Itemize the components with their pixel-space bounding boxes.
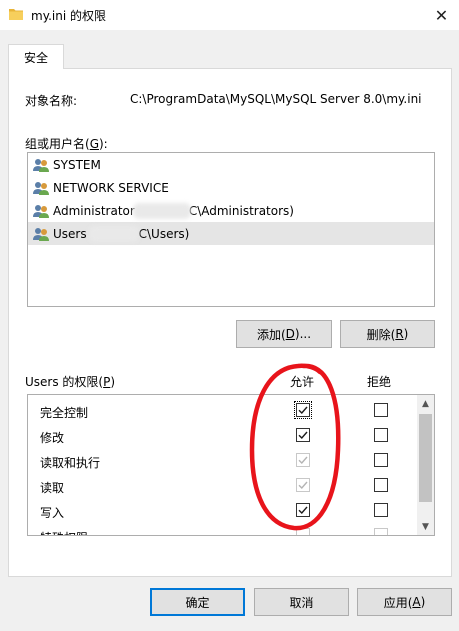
- object-name-label: 对象名称:: [25, 94, 78, 108]
- permission-name: 特殊权限: [40, 529, 88, 535]
- folder-icon: [9, 9, 23, 20]
- cancel-label: 取消: [289, 595, 314, 610]
- users-icon: [33, 204, 49, 218]
- permissions-title-prefix: Users 的权限(: [25, 375, 104, 389]
- permission-name: 修改: [40, 431, 65, 445]
- add-label-key: D: [285, 327, 295, 341]
- users-icon: [33, 181, 49, 195]
- ok-button[interactable]: 确定: [150, 588, 245, 616]
- apply-label-key: A: [412, 595, 421, 609]
- user-name: NETWORK SERVICE: [53, 180, 169, 195]
- users-icon: [33, 227, 49, 241]
- user-list-item-selected[interactable]: Users C\Users): [28, 222, 434, 245]
- permission-row: 完全控制: [28, 398, 420, 423]
- user-name: Users: [53, 226, 87, 241]
- apply-button[interactable]: 应用(A): [357, 588, 452, 616]
- remove-label-suffix: ): [403, 327, 409, 341]
- user-list-item[interactable]: Administrator C\Administrators): [28, 199, 434, 222]
- chevron-down-icon[interactable]: ▼: [417, 518, 434, 535]
- window-title: my.ini 的权限: [31, 9, 106, 23]
- chevron-up-icon[interactable]: ▲: [417, 395, 434, 412]
- permission-row: 修改: [28, 423, 420, 448]
- deny-checkbox: [374, 528, 388, 535]
- redacted-region: [132, 202, 191, 219]
- allow-checkbox[interactable]: [296, 503, 310, 517]
- user-domain: C\Administrators): [188, 203, 294, 218]
- permissions-list: 完全控制修改读取和执行读取写入特殊权限 ▲ ▼: [27, 394, 435, 536]
- allow-column-header: 允许: [290, 375, 315, 389]
- allow-checkbox: [296, 453, 310, 467]
- object-path-text: C:\ProgramData\MySQL\MySQL Server 8.0\my…: [130, 92, 422, 106]
- permission-name: 读取: [40, 481, 65, 495]
- deny-checkbox[interactable]: [374, 428, 388, 442]
- groups-label-suffix: ):: [99, 137, 108, 151]
- permission-row: 读取: [28, 473, 420, 498]
- permission-name: 完全控制: [40, 406, 89, 420]
- users-icon: [33, 158, 49, 172]
- allow-checkbox[interactable]: [296, 428, 310, 442]
- groups-label-key: G: [89, 137, 99, 151]
- permission-row: 读取和执行: [28, 448, 420, 473]
- deny-checkbox[interactable]: [374, 503, 388, 517]
- redacted-region: [88, 225, 139, 242]
- permission-row: 特殊权限: [28, 523, 420, 535]
- deny-checkbox[interactable]: [374, 453, 388, 467]
- allow-checkbox: [296, 478, 310, 492]
- close-button[interactable]: ✕: [424, 0, 459, 30]
- user-name: SYSTEM: [53, 157, 101, 172]
- apply-label-suffix: ): [420, 595, 426, 609]
- permission-name: 读取和执行: [40, 456, 101, 470]
- permissions-title: Users 的权限(P): [25, 373, 115, 390]
- cancel-button[interactable]: 取消: [254, 588, 349, 616]
- user-name: Administrator: [53, 203, 135, 218]
- add-label-suffix: )...: [294, 327, 312, 341]
- user-list-item[interactable]: SYSTEM: [28, 153, 434, 176]
- ok-label: 确定: [185, 595, 210, 610]
- allow-checkbox: [296, 528, 310, 535]
- apply-label-prefix: 应用(: [383, 595, 413, 610]
- scrollbar-thumb[interactable]: [419, 414, 432, 502]
- add-label-prefix: 添加(: [256, 327, 286, 342]
- allow-checkbox[interactable]: [294, 401, 312, 419]
- scrollbar[interactable]: ▲ ▼: [417, 395, 434, 535]
- tab-security[interactable]: 安全: [8, 44, 64, 69]
- permission-name: 写入: [40, 506, 65, 520]
- object-path: C:\ProgramData\MySQL\MySQL Server 8.0\my…: [130, 92, 435, 106]
- remove-label-prefix: 删除(: [366, 327, 396, 342]
- permissions-title-suffix: ): [110, 375, 116, 389]
- deny-checkbox[interactable]: [374, 478, 388, 492]
- remove-button[interactable]: 删除(R): [340, 320, 435, 348]
- user-list-item[interactable]: NETWORK SERVICE: [28, 176, 434, 199]
- add-button[interactable]: 添加(D)...: [236, 320, 332, 348]
- permission-row: 写入: [28, 498, 420, 523]
- title-bar: my.ini 的权限 ✕: [0, 0, 459, 30]
- groups-label: 组或用户名(G):: [25, 135, 108, 152]
- deny-checkbox[interactable]: [374, 403, 388, 417]
- groups-label-prefix: 组或用户名(: [25, 137, 90, 151]
- tab-security-label: 安全: [23, 50, 48, 65]
- user-list[interactable]: SYSTEM NETWORK SERVICE Administrator C\A…: [27, 152, 435, 307]
- user-domain: C\Users): [138, 226, 190, 241]
- remove-label-key: R: [395, 327, 404, 341]
- deny-column-header: 拒绝: [367, 375, 392, 389]
